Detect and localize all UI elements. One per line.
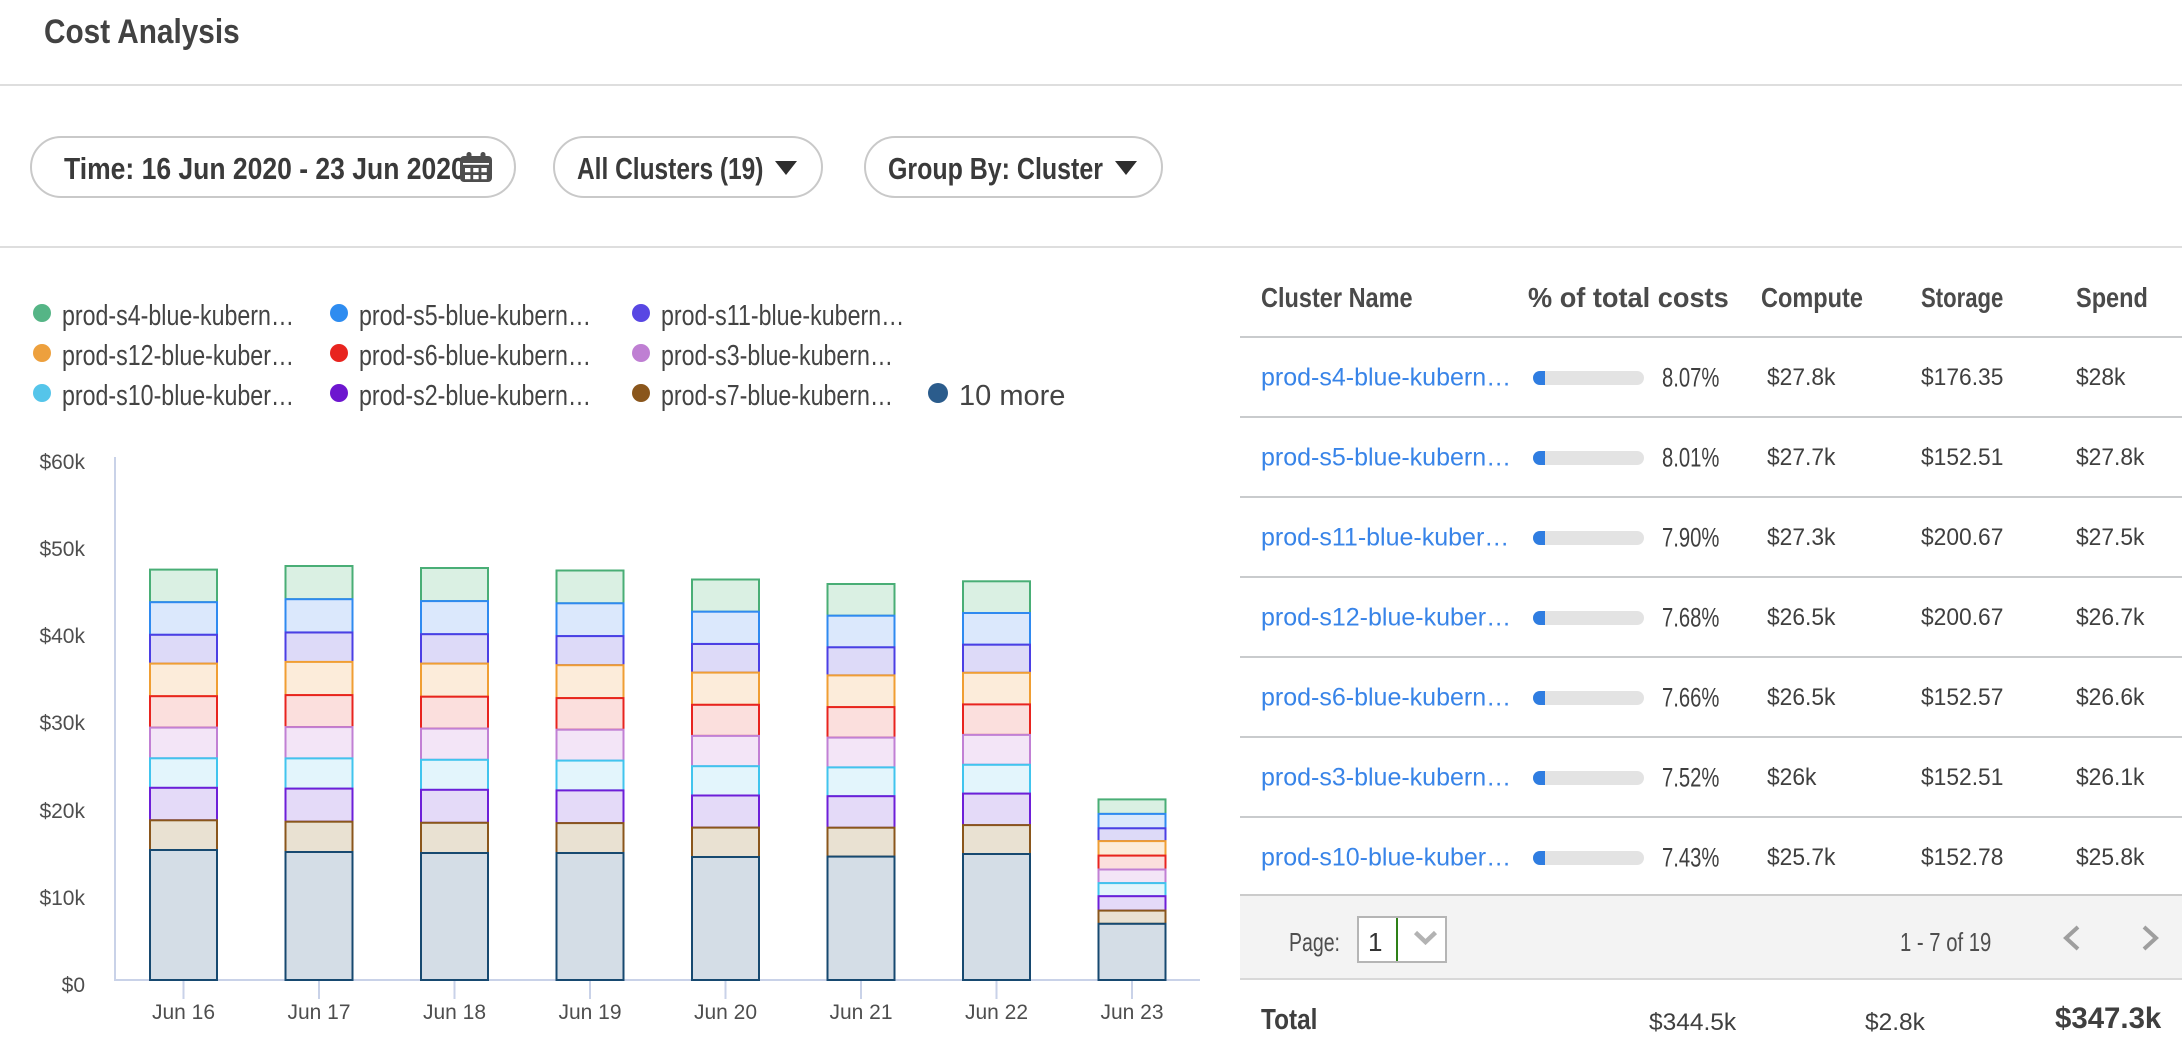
- svg-text:Jun 21: Jun 21: [829, 1001, 892, 1024]
- svg-text:$30k: $30k: [39, 712, 85, 735]
- svg-text:Jun 20: Jun 20: [694, 1001, 757, 1024]
- svg-text:$0: $0: [62, 974, 85, 997]
- svg-text:Jun 16: Jun 16: [152, 1001, 215, 1024]
- svg-text:$50k: $50k: [39, 538, 85, 561]
- svg-text:$60k: $60k: [39, 451, 85, 474]
- svg-text:$20k: $20k: [39, 800, 85, 823]
- svg-text:Jun 19: Jun 19: [558, 1001, 621, 1024]
- svg-text:Jun 22: Jun 22: [965, 1001, 1028, 1024]
- svg-text:$40k: $40k: [39, 625, 85, 648]
- svg-text:Jun 23: Jun 23: [1100, 1001, 1163, 1024]
- svg-text:Jun 18: Jun 18: [423, 1001, 486, 1024]
- svg-text:Jun 17: Jun 17: [287, 1001, 350, 1024]
- svg-text:$10k: $10k: [39, 887, 85, 910]
